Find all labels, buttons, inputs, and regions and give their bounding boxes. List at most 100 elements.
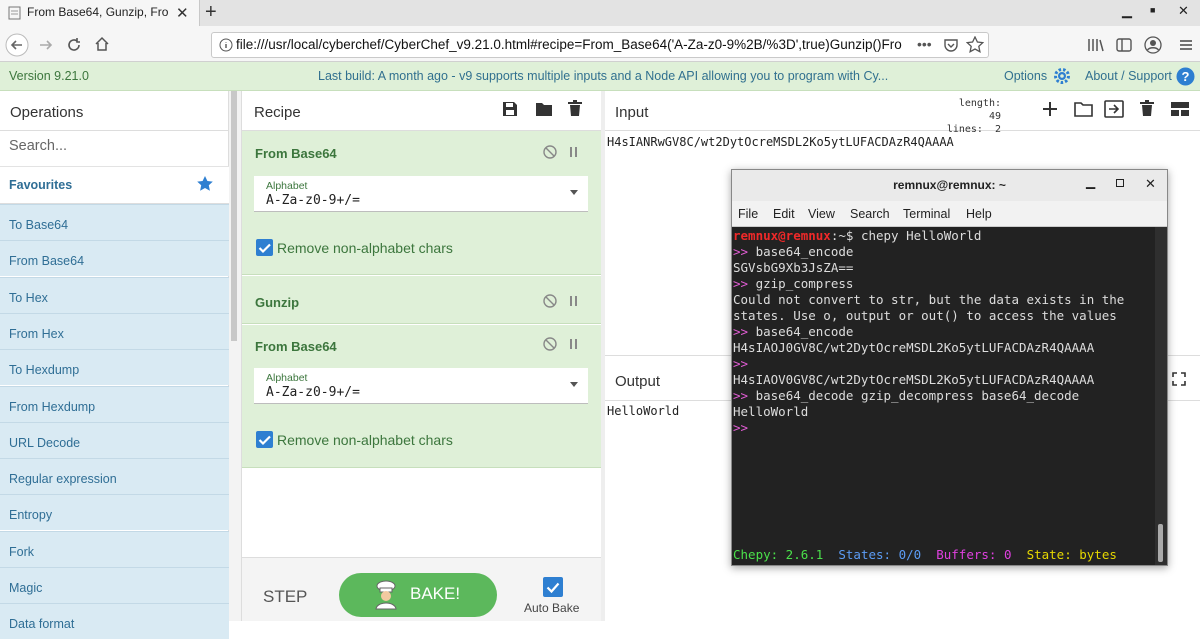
- operation-item[interactable]: Fork: [0, 530, 229, 567]
- folder-icon[interactable]: [535, 101, 553, 117]
- close-icon[interactable]: ✕: [176, 4, 189, 22]
- operation-item[interactable]: From Hexdump: [0, 385, 229, 422]
- scrollbar-thumb[interactable]: [231, 91, 237, 341]
- terminal-line-text: states. Use o, output or out() to access…: [733, 308, 1117, 323]
- account-icon[interactable]: [1144, 36, 1162, 54]
- prompt-user: remnux@remnux: [733, 228, 831, 243]
- output-textarea[interactable]: HelloWorld: [607, 404, 679, 418]
- tab-title: From Base64, Gunzip, Fro: [27, 5, 169, 19]
- forward-icon[interactable]: [38, 37, 54, 53]
- favourites-label: Favourites: [9, 178, 73, 192]
- page-actions-icon[interactable]: •••: [917, 36, 932, 52]
- menu-help[interactable]: Help: [966, 207, 992, 221]
- home-icon[interactable]: [94, 36, 110, 52]
- svg-text:?: ?: [1182, 69, 1190, 84]
- terminal-line: >> base64_encode: [733, 244, 853, 260]
- disable-icon[interactable]: [543, 294, 557, 308]
- prompt-command: :~$ chepy HelloWorld: [830, 228, 982, 243]
- open-file-icon[interactable]: [1104, 100, 1124, 118]
- menu-icon[interactable]: [1179, 38, 1193, 52]
- operation-item[interactable]: URL Decode: [0, 421, 229, 458]
- layout-icon[interactable]: [1170, 101, 1190, 117]
- terminal-line-text: base64_decode gzip_decompress base64_dec…: [748, 388, 1080, 403]
- pause-icon[interactable]: [569, 338, 579, 350]
- operation-item[interactable]: To Hex: [0, 276, 229, 313]
- maximize-icon[interactable]: ■: [1150, 5, 1155, 15]
- menu-file[interactable]: File: [738, 207, 758, 221]
- terminal-prompt-line: remnux@remnux:~$ chepy HelloWorld: [733, 228, 981, 244]
- terminal-line: Could not convert to str, but the data e…: [733, 292, 1124, 308]
- maximize-output-icon[interactable]: [1172, 372, 1186, 386]
- status-states: States: 0/0: [838, 547, 922, 562]
- pause-icon[interactable]: [569, 295, 579, 307]
- disable-icon[interactable]: [543, 145, 557, 159]
- help-icon[interactable]: ?: [1176, 67, 1195, 86]
- pause-icon[interactable]: [569, 146, 579, 158]
- operation-item[interactable]: Magic: [0, 567, 229, 603]
- url-text: file:///usr/local/cyberchef/CyberChef_v9…: [236, 37, 902, 52]
- close-icon[interactable]: ✕: [1145, 176, 1156, 192]
- add-input-icon[interactable]: [1042, 101, 1058, 117]
- input-textarea[interactable]: H4sIANRwGV8C/wt2DytOcreMSDL2Ko5ytLUFACDA…: [607, 135, 954, 149]
- remove-nonalphabet-checkbox[interactable]: [256, 239, 273, 256]
- recipe-title: Recipe: [254, 104, 301, 121]
- operations-title: Operations: [10, 104, 84, 121]
- alphabet-select[interactable]: Alphabet A-Za-z0-9+/=: [254, 368, 588, 404]
- maximize-icon[interactable]: [1116, 179, 1124, 187]
- remove-nonalphabet-checkbox[interactable]: [256, 431, 273, 448]
- operation-item[interactable]: From Base64: [0, 240, 229, 277]
- terminal-line-text: base64_encode: [748, 244, 854, 259]
- minimize-icon[interactable]: ▁: [1122, 3, 1132, 19]
- repl-prompt-icon: >>: [733, 356, 749, 371]
- search-input[interactable]: Search...: [9, 138, 67, 154]
- operation-item[interactable]: Data format: [0, 603, 229, 639]
- terminal-scrollbar[interactable]: [1155, 227, 1167, 565]
- trash-icon[interactable]: [1140, 100, 1154, 117]
- auto-bake-label: Auto Bake: [524, 601, 580, 615]
- auto-bake-checkbox[interactable]: [543, 577, 563, 597]
- close-window-icon[interactable]: ✕: [1178, 3, 1189, 19]
- star-icon[interactable]: [196, 175, 214, 193]
- gear-icon[interactable]: [1053, 67, 1071, 85]
- terminal-line: HelloWorld: [733, 404, 808, 420]
- menu-terminal[interactable]: Terminal: [903, 207, 950, 221]
- operation-item[interactable]: Regular expression: [0, 458, 229, 495]
- alphabet-select[interactable]: Alphabet A-Za-z0-9+/=: [254, 176, 588, 212]
- disable-icon[interactable]: [543, 337, 557, 351]
- operation-item[interactable]: To Hexdump: [0, 349, 229, 386]
- back-icon[interactable]: [5, 33, 29, 57]
- input-length: length: 49: [958, 98, 1001, 122]
- sidebar-icon[interactable]: [1116, 37, 1132, 53]
- save-icon[interactable]: [502, 101, 518, 117]
- menu-search[interactable]: Search: [850, 207, 890, 221]
- open-folder-icon[interactable]: [1074, 101, 1093, 117]
- operation-item[interactable]: Entropy: [0, 494, 229, 531]
- menu-edit[interactable]: Edit: [773, 207, 795, 221]
- status-buffers: Buffers: 0: [936, 547, 1012, 562]
- reload-icon[interactable]: [66, 37, 82, 53]
- info-icon[interactable]: [219, 38, 233, 52]
- output-title: Output: [615, 373, 661, 390]
- menu-view[interactable]: View: [808, 207, 835, 221]
- about-support-link[interactable]: About / Support: [1085, 69, 1172, 83]
- operation-item[interactable]: To Base64: [0, 204, 229, 240]
- library-icon[interactable]: [1087, 37, 1105, 53]
- minimize-icon[interactable]: ▁: [1086, 175, 1095, 189]
- operation-item[interactable]: From Hex: [0, 312, 229, 349]
- pocket-icon[interactable]: [943, 37, 959, 53]
- terminal-line: >> gzip_compress: [733, 276, 853, 292]
- last-build-notice[interactable]: Last build: A month ago - v9 supports mu…: [318, 69, 894, 83]
- alphabet-value: A-Za-z0-9+/=: [266, 193, 360, 208]
- options-link[interactable]: Options: [1004, 69, 1047, 83]
- terminal-line-text: gzip_compress: [748, 276, 854, 291]
- status-version: Chepy: 2.6.1: [733, 547, 824, 562]
- new-tab-icon[interactable]: +: [205, 1, 217, 24]
- terminal-line-text: H4sIAOJ0GV8C/wt2DytOcreMSDL2Ko5ytLUFACDA…: [733, 340, 1095, 355]
- trash-icon[interactable]: [568, 100, 582, 117]
- scrollbar-thumb[interactable]: [1158, 524, 1163, 562]
- terminal-statusbar: Chepy: 2.6.1 States: 0/0 Buffers: 0 Stat…: [733, 547, 1117, 563]
- checkmark-icon: [546, 582, 560, 594]
- repl-prompt-icon: >>: [733, 420, 749, 435]
- step-button[interactable]: STEP: [263, 587, 307, 607]
- bookmark-star-icon[interactable]: [966, 36, 984, 54]
